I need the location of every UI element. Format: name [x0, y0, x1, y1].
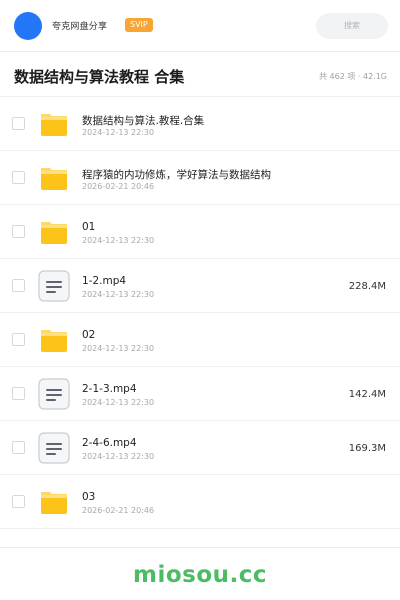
item-date: 2026-02-21 20:46 — [82, 506, 155, 515]
item-name: 02 — [82, 329, 96, 341]
watermark: miosou.cc — [132, 562, 268, 588]
item-checkbox[interactable] — [12, 225, 25, 238]
item-date: 2026-02-21 20:46 — [82, 182, 155, 191]
item-date: 2024-12-13 22:30 — [82, 452, 155, 461]
list-item[interactable]: 02 2024-12-13 22:30 — [0, 313, 400, 367]
folder-icon — [38, 216, 70, 248]
list-item[interactable]: 2-1-3.mp4 2024-12-13 22:30 142.4M — [0, 367, 400, 421]
item-size: 169.3M — [348, 443, 386, 454]
item-date: 2024-12-13 22:30 — [82, 398, 155, 407]
item-size: 142.4M — [348, 389, 386, 400]
search-button[interactable]: 搜索 — [316, 13, 388, 39]
list-item[interactable]: 程序猿的内功修炼，学好算法与数据结构 2026-02-21 20:46 — [0, 151, 400, 205]
folder-icon — [38, 162, 70, 194]
video-file-icon — [38, 270, 70, 302]
header: 夸克网盘分享 SVIP 搜索 — [0, 0, 400, 52]
video-file-icon — [38, 378, 70, 410]
list-item[interactable]: 01 2024-12-13 22:30 — [0, 205, 400, 259]
item-checkbox[interactable] — [12, 171, 25, 184]
list-item[interactable]: 2-4-6.mp4 2024-12-13 22:30 169.3M — [0, 421, 400, 475]
item-name: 2-4-6.mp4 — [82, 437, 137, 449]
folder-icon — [38, 324, 70, 356]
folder-meta: 共 462 项 · 42.1G — [319, 72, 387, 81]
file-list: 数据结构与算法.教程.合集 2024-12-13 22:30 程序猿的内功修炼，学好… — [0, 97, 400, 529]
folder-titlebar: 数据结构与算法教程 合集 共 462 项 · 42.1G — [0, 53, 400, 97]
item-name: 01 — [82, 221, 96, 233]
svip-badge: SVIP — [125, 18, 153, 32]
item-name: 03 — [82, 491, 96, 503]
item-checkbox[interactable] — [12, 441, 25, 454]
avatar[interactable] — [14, 12, 42, 40]
item-date: 2024-12-13 22:30 — [82, 344, 155, 353]
item-name: 程序猿的内功修炼，学好算法与数据结构 — [82, 169, 271, 181]
folder-icon — [38, 108, 70, 140]
item-name: 1-2.mp4 — [82, 275, 127, 287]
item-date: 2024-12-13 22:30 — [82, 236, 155, 245]
list-item[interactable]: 数据结构与算法.教程.合集 2024-12-13 22:30 — [0, 97, 400, 151]
footer-divider — [0, 547, 400, 548]
item-date: 2024-12-13 22:30 — [82, 128, 155, 137]
item-checkbox[interactable] — [12, 333, 25, 346]
list-item[interactable]: 03 2026-02-21 20:46 — [0, 475, 400, 529]
video-file-icon — [38, 432, 70, 464]
item-date: 2024-12-13 22:30 — [82, 290, 155, 299]
item-name: 2-1-3.mp4 — [82, 383, 137, 395]
item-checkbox[interactable] — [12, 495, 25, 508]
item-size: 228.4M — [348, 281, 386, 292]
page-title: 数据结构与算法教程 合集 — [14, 68, 185, 86]
app-name: 夸克网盘分享 — [52, 22, 108, 32]
list-item[interactable]: 1-2.mp4 2024-12-13 22:30 228.4M — [0, 259, 400, 313]
item-checkbox[interactable] — [12, 117, 25, 130]
folder-icon — [38, 486, 70, 518]
item-checkbox[interactable] — [12, 387, 25, 400]
item-name: 数据结构与算法.教程.合集 — [82, 115, 205, 127]
item-checkbox[interactable] — [12, 279, 25, 292]
